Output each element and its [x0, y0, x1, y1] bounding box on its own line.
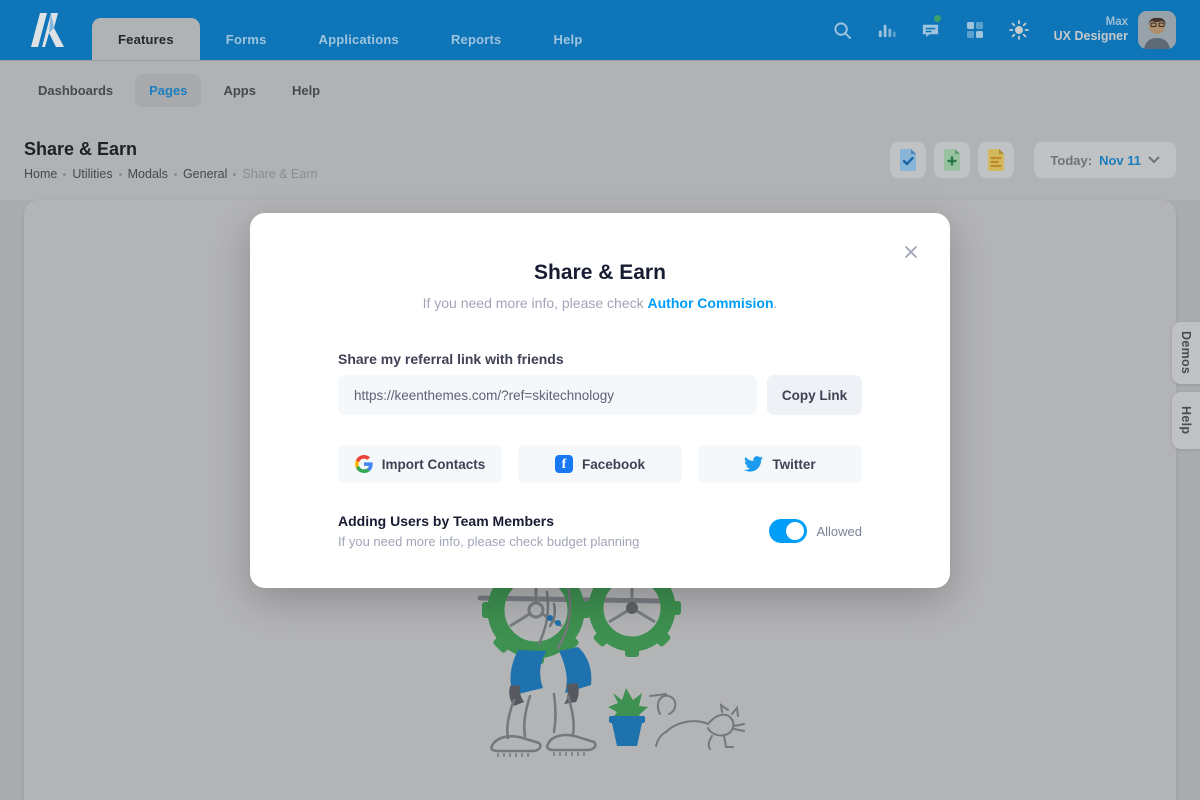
facebook-label: Facebook [582, 457, 645, 472]
navbar-tab-label: Applications [319, 32, 399, 47]
breadcrumb: Home Utilities Modals General Share & Ea… [24, 167, 317, 181]
close-icon [904, 245, 918, 259]
navbar-tab-reports[interactable]: Reports [425, 18, 528, 60]
avatar-photo [1138, 11, 1176, 49]
navbar-tab-applications[interactable]: Applications [293, 18, 425, 60]
demos-tab-label: Demos [1179, 331, 1193, 374]
allowed-toggle[interactable] [769, 519, 807, 543]
notification-dot [934, 15, 941, 22]
referral-link-label: Share my referral link with friends [338, 351, 862, 367]
today-value: Nov 11 [1099, 153, 1141, 168]
sun-icon [1009, 20, 1029, 40]
subnav-item-dashboards[interactable]: Dashboards [24, 74, 127, 107]
copy-link-button[interactable]: Copy Link [767, 375, 862, 415]
user-name: Max [1054, 15, 1128, 29]
facebook-button[interactable]: f Facebook [518, 445, 682, 483]
top-navbar: Features Forms Applications Reports Help [0, 0, 1200, 60]
page-title: Share & Earn [24, 139, 317, 160]
twitter-button[interactable]: Twitter [698, 445, 862, 483]
file-lines-icon [986, 149, 1006, 171]
today-label: Today: [1050, 153, 1092, 168]
navbar-tab-label: Features [118, 32, 174, 47]
navbar-right: Max UX Designer [826, 11, 1200, 49]
help-drawer-tab[interactable]: Help [1172, 392, 1200, 449]
navbar-tabs: Features Forms Applications Reports Help [92, 0, 608, 60]
google-icon [355, 455, 373, 473]
bar-chart-icon [877, 21, 896, 40]
theme-button[interactable] [1002, 13, 1036, 47]
twitter-label: Twitter [772, 457, 815, 472]
file-plus-icon [942, 149, 962, 171]
navbar-tab-help[interactable]: Help [527, 18, 608, 60]
import-contacts-button[interactable]: Import Contacts [338, 445, 502, 483]
modal-close-button[interactable] [900, 241, 922, 263]
side-drawer-tabs: Demos Help [1172, 322, 1200, 449]
share-earn-modal: Share & Earn If you need more info, plea… [250, 213, 950, 588]
referral-link-input[interactable] [338, 375, 757, 415]
subnav-item-pages[interactable]: Pages [135, 74, 201, 107]
secondary-nav: Dashboards Pages Apps Help [0, 60, 1200, 120]
app-logo[interactable] [28, 12, 68, 48]
breadcrumb-general[interactable]: General [183, 167, 236, 181]
navbar-tab-label: Reports [451, 32, 502, 47]
user-role: UX Designer [1054, 29, 1128, 45]
stats-button[interactable] [870, 13, 904, 47]
facebook-icon: f [555, 455, 573, 473]
toggle-title: Adding Users by Team Members [338, 513, 639, 529]
search-button[interactable] [826, 13, 860, 47]
keen-logo-icon [28, 13, 66, 47]
modal-subtitle-period: . [774, 295, 778, 311]
chevron-down-icon [1148, 156, 1160, 164]
user-meta: Max UX Designer [1054, 15, 1128, 45]
toggle-state-label: Allowed [816, 524, 862, 539]
social-buttons-row: Import Contacts f Facebook Twitter [338, 445, 862, 483]
team-members-toggle-row: Adding Users by Team Members If you need… [338, 513, 862, 549]
import-contacts-label: Import Contacts [382, 457, 486, 472]
user-avatar[interactable] [1138, 11, 1176, 49]
file-check-button[interactable] [890, 142, 926, 178]
toggle-subtitle: If you need more info, please check budg… [338, 534, 639, 549]
referral-link-row: Copy Link [338, 375, 862, 415]
subnav-item-apps[interactable]: Apps [209, 74, 270, 107]
breadcrumb-current: Share & Earn [242, 167, 317, 181]
help-tab-label: Help [1179, 406, 1193, 434]
apps-button[interactable] [958, 13, 992, 47]
demos-drawer-tab[interactable]: Demos [1172, 322, 1200, 384]
search-icon [833, 21, 852, 40]
page-header: Share & Earn Home Utilities Modals Gener… [0, 120, 1200, 200]
breadcrumb-home[interactable]: Home [24, 167, 66, 181]
navbar-tab-label: Forms [226, 32, 267, 47]
date-selector[interactable]: Today: Nov 11 [1034, 142, 1176, 178]
subnav-item-help[interactable]: Help [278, 74, 334, 107]
apps-grid-icon [966, 21, 984, 39]
file-add-button[interactable] [934, 142, 970, 178]
navbar-tab-label: Help [553, 32, 582, 47]
chat-button[interactable] [914, 13, 948, 47]
modal-title: Share & Earn [338, 261, 862, 285]
toggle-knob [786, 522, 804, 540]
chat-icon [921, 21, 940, 40]
file-report-button[interactable] [978, 142, 1014, 178]
cat-sketch [656, 696, 744, 749]
breadcrumb-modals[interactable]: Modals [128, 167, 177, 181]
file-check-icon [898, 149, 918, 171]
twitter-icon [744, 456, 763, 472]
navbar-tab-features[interactable]: Features [92, 18, 200, 60]
navbar-tab-forms[interactable]: Forms [200, 18, 293, 60]
author-commission-link[interactable]: Author Commision [648, 295, 774, 311]
breadcrumb-utilities[interactable]: Utilities [72, 167, 121, 181]
modal-subtitle-text: If you need more info, please check [423, 295, 648, 311]
plant-sketch [608, 688, 666, 746]
modal-subtitle: If you need more info, please check Auth… [338, 295, 862, 311]
